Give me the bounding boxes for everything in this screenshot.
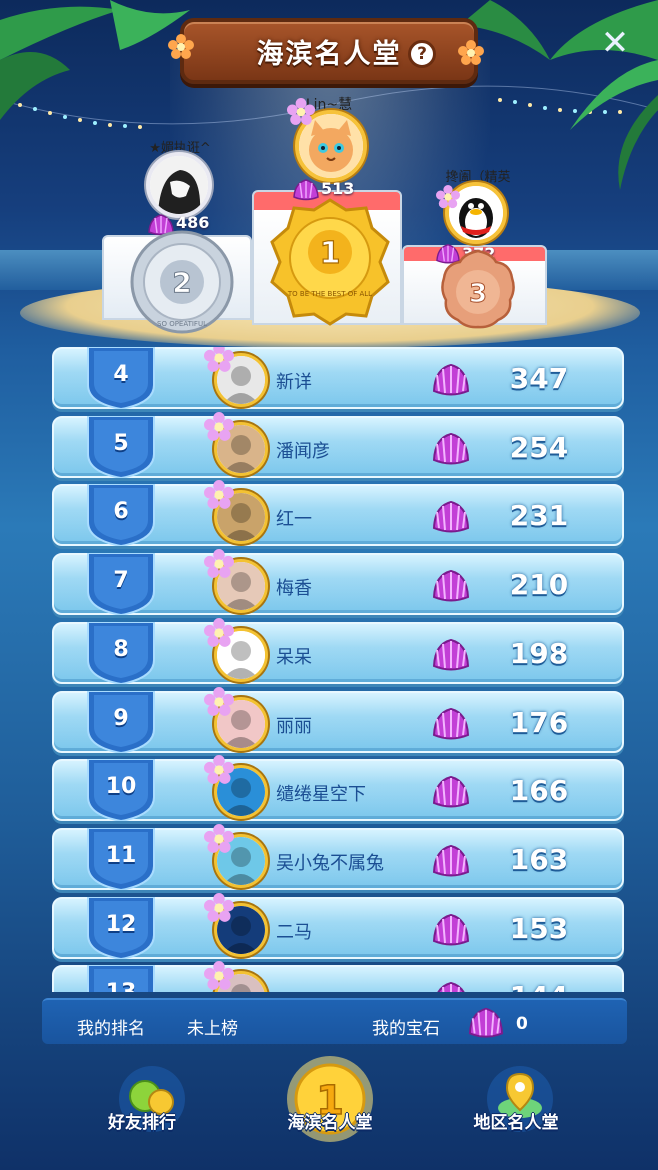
palm-leaf-left-icon [0, 0, 190, 120]
player-score: 163 [509, 842, 569, 876]
flower-icon [204, 892, 234, 922]
flower-icon [287, 98, 315, 125]
my-rank-value: 未上榜 [187, 1019, 238, 1039]
player-score: 166 [509, 774, 569, 808]
rank-number: 6 [113, 499, 129, 525]
rank-row[interactable]: 4 新详 347 [52, 347, 624, 409]
title-board: 海滨名人堂 ? [180, 18, 478, 84]
rank-number: 5 [113, 430, 129, 456]
flower-icon [204, 617, 234, 647]
silver-medal-icon: 2 SO OPEATIFUL [130, 230, 234, 334]
rank-number: 7 [113, 568, 129, 594]
player-score: 210 [509, 568, 569, 602]
medal-number: 3 [469, 279, 487, 309]
player-name: 红一 [276, 509, 312, 531]
player-name: 吴小兔不属兔 [276, 852, 384, 874]
rank-number: 8 [113, 636, 129, 662]
help-button[interactable]: ? [408, 40, 436, 68]
player-name: 潘闻彦 [276, 440, 330, 462]
player-score: 176 [509, 705, 569, 739]
gem-icon [437, 982, 465, 992]
player-score: 153 [509, 911, 569, 945]
gem-icon [432, 638, 470, 671]
player-name: 呆呆 [276, 646, 312, 668]
close-button[interactable]: ✕ [600, 26, 630, 60]
my-gem-value: 0 [516, 1014, 528, 1034]
flower-icon [204, 480, 234, 510]
rank-number: 9 [113, 705, 129, 731]
medal-number: 2 [172, 266, 191, 299]
page-title: 海滨名人堂 [256, 38, 402, 70]
avatar [146, 152, 212, 218]
rank-row[interactable]: 12 二马 153 [52, 892, 624, 959]
rank-number: 13 [84, 980, 158, 992]
flower-icon [204, 347, 234, 372]
player-name: 丽丽 [276, 715, 312, 737]
ranking-list[interactable]: 4 新详 347 5 潘闻彦 254 6 红一 231 7 梅香 210 8 呆… [52, 347, 624, 992]
nav-beach-hall[interactable]: 1 海滨名人堂 [263, 1056, 383, 1162]
gem-icon [432, 501, 470, 533]
flower-icon [204, 411, 234, 441]
rank-number: 12 [105, 911, 137, 937]
flower-icon [204, 549, 234, 578]
flower-icon [204, 823, 234, 853]
flower-icon [204, 755, 234, 785]
player-name: 新详 [276, 372, 312, 393]
gem-icon [432, 363, 470, 396]
player-score: 231 [509, 499, 569, 533]
medal-number: 1 [320, 236, 341, 271]
flower-icon [436, 185, 460, 209]
my-gem-label: 我的宝石 [372, 1019, 440, 1039]
flower-icon [204, 961, 234, 991]
gold-medal-icon: 1 TO BE THE BEST OF ALL [270, 198, 390, 326]
rank-row[interactable]: 13 144 [52, 961, 624, 992]
rank-row[interactable]: 8 呆呆 198 [52, 617, 624, 684]
player-name: 梅香 [276, 578, 312, 600]
player-score: 254 [509, 430, 569, 464]
bronze-medal-icon: 3 [441, 249, 515, 329]
nav-friends-ranking[interactable]: 好友排行 [82, 1062, 202, 1162]
player-score: 347 [509, 362, 569, 395]
rank-number: 4 [113, 362, 129, 387]
gem-icon [468, 1007, 504, 1038]
svg-text:TO BE THE BEST OF ALL: TO BE THE BEST OF ALL [287, 290, 372, 298]
player-score: 198 [509, 636, 569, 670]
gem-icon [432, 844, 470, 877]
svg-text:SO OPEATIFUL: SO OPEATIFUL [157, 320, 207, 328]
flower-icon [168, 34, 194, 59]
player-name: 缱绻星空下 [276, 784, 366, 806]
nav-friends-label: 好友排行 [108, 1113, 176, 1133]
nav-beach-label: 海滨名人堂 [287, 1113, 373, 1133]
nav-region-label: 地区名人堂 [473, 1113, 559, 1133]
player-name: 二马 [276, 921, 312, 943]
rank-row[interactable]: 7 梅香 210 [52, 549, 624, 616]
gem-icon [432, 707, 470, 739]
rank-row[interactable]: 10 缱绻星空下 166 [52, 755, 624, 822]
rank-number: 11 [105, 842, 137, 868]
player-score: 144 [484, 980, 594, 992]
gem-icon [432, 913, 470, 946]
gem-icon [432, 776, 470, 808]
gem-icon [432, 432, 470, 465]
rank-number: 10 [105, 774, 137, 800]
rank-row[interactable]: 11 吴小兔不属兔 163 [52, 823, 624, 890]
flower-icon [458, 40, 484, 65]
my-rank-label: 我的排名 [77, 1019, 145, 1039]
rank-row[interactable]: 5 潘闻彦 254 [52, 411, 624, 478]
rank-row[interactable]: 6 红一 231 [52, 480, 624, 547]
screen: 海滨名人堂 ? ✕ ★媚执诳^ 486 2 SO OPEATIFUL Lin~慧 [0, 0, 658, 1170]
flower-icon [204, 686, 234, 716]
nav-region-hall[interactable]: 地区名人堂 [450, 1062, 570, 1162]
rank-row[interactable]: 9 丽丽 176 [52, 686, 624, 753]
gem-icon [432, 570, 470, 602]
my-rank-bar: 我的排名 未上榜 我的宝石 0 [42, 998, 627, 1044]
